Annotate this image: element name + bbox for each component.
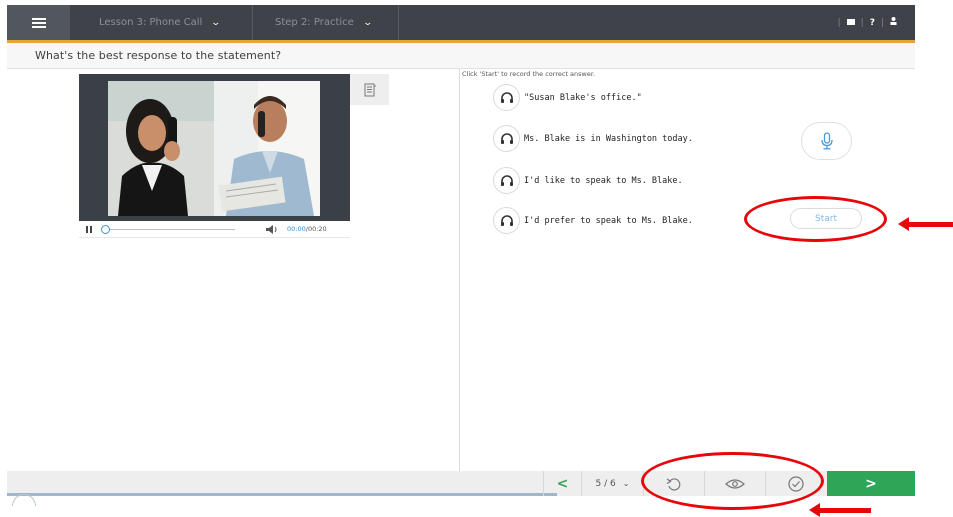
- instruction-text: Click 'Start' to record the correct answ…: [462, 70, 595, 78]
- lesson-selector[interactable]: Lesson 3: Phone Call ⌄: [99, 5, 222, 40]
- transcript-icon: [364, 83, 376, 96]
- time-display: 00:00/00:20: [287, 225, 327, 233]
- footer-accent: [7, 493, 557, 496]
- video-image: [108, 81, 320, 216]
- chevron-down-icon: ⌄: [362, 17, 373, 28]
- divider: |: [880, 17, 884, 28]
- current-time: 00:00: [287, 225, 306, 233]
- divider: [252, 5, 253, 40]
- answer-text: I'd prefer to speak to Ms. Blake.: [524, 215, 693, 226]
- duration: 00:20: [307, 225, 327, 233]
- help-icon[interactable]: ?: [870, 18, 875, 28]
- step-selector[interactable]: Step 2: Practice ⌄: [275, 5, 373, 40]
- lesson-label: Lesson 3: Phone Call: [99, 17, 203, 28]
- answer-text: I'd like to speak to Ms. Blake.: [524, 175, 683, 186]
- progress-handle[interactable]: [101, 225, 110, 234]
- media-controls: 00:00/00:20: [79, 221, 350, 238]
- divider: [398, 5, 399, 40]
- previous-button[interactable]: <: [543, 471, 581, 496]
- user-icon[interactable]: [890, 17, 897, 28]
- question-text: What's the best response to the statemen…: [35, 49, 282, 62]
- chevron-down-icon: ⌄: [622, 479, 630, 488]
- menu-button[interactable]: [7, 5, 70, 40]
- answer-choice: I'd like to speak to Ms. Blake.: [493, 167, 683, 194]
- transcript-button[interactable]: [350, 74, 389, 105]
- headphones-icon[interactable]: [493, 125, 520, 152]
- microphone-icon: [820, 132, 833, 150]
- pause-icon[interactable]: [86, 226, 92, 233]
- top-navigation-bar: Lesson 3: Phone Call ⌄ Step 2: Practice …: [7, 5, 915, 40]
- annotation-ring: [744, 196, 887, 242]
- answer-text: Ms. Blake is in Washington today.: [524, 133, 693, 144]
- annotation-ring: [641, 452, 824, 510]
- divider: |: [837, 17, 841, 28]
- answer-text: "Susan Blake's office.": [524, 92, 642, 103]
- answer-choice: I'd prefer to speak to Ms. Blake.: [493, 207, 693, 234]
- step-label: Step 2: Practice: [275, 17, 354, 28]
- answer-choice: "Susan Blake's office.": [493, 84, 642, 111]
- headphones-icon[interactable]: [493, 84, 520, 111]
- hamburger-icon: [31, 17, 46, 28]
- headphones-icon[interactable]: [493, 167, 520, 194]
- headphones-icon[interactable]: [493, 207, 520, 234]
- chevron-down-icon: ⌄: [210, 17, 222, 28]
- question-header: What's the best response to the statemen…: [7, 43, 915, 69]
- answer-choice: Ms. Blake is in Washington today.: [493, 125, 693, 152]
- annotation-arrow: [809, 503, 871, 517]
- column-divider: [459, 69, 460, 471]
- progress-track[interactable]: [101, 229, 235, 230]
- microphone-button[interactable]: [801, 122, 852, 160]
- page-indicator: 5 / 6: [595, 478, 616, 489]
- page-selector[interactable]: 5 / 6 ⌄: [581, 471, 643, 496]
- divider: |: [860, 17, 864, 28]
- messages-icon[interactable]: [846, 18, 855, 28]
- volume-icon[interactable]: [266, 225, 280, 236]
- next-button[interactable]: >: [827, 471, 915, 496]
- header-actions: | | ? |: [838, 5, 897, 40]
- annotation-arrow: [898, 217, 953, 231]
